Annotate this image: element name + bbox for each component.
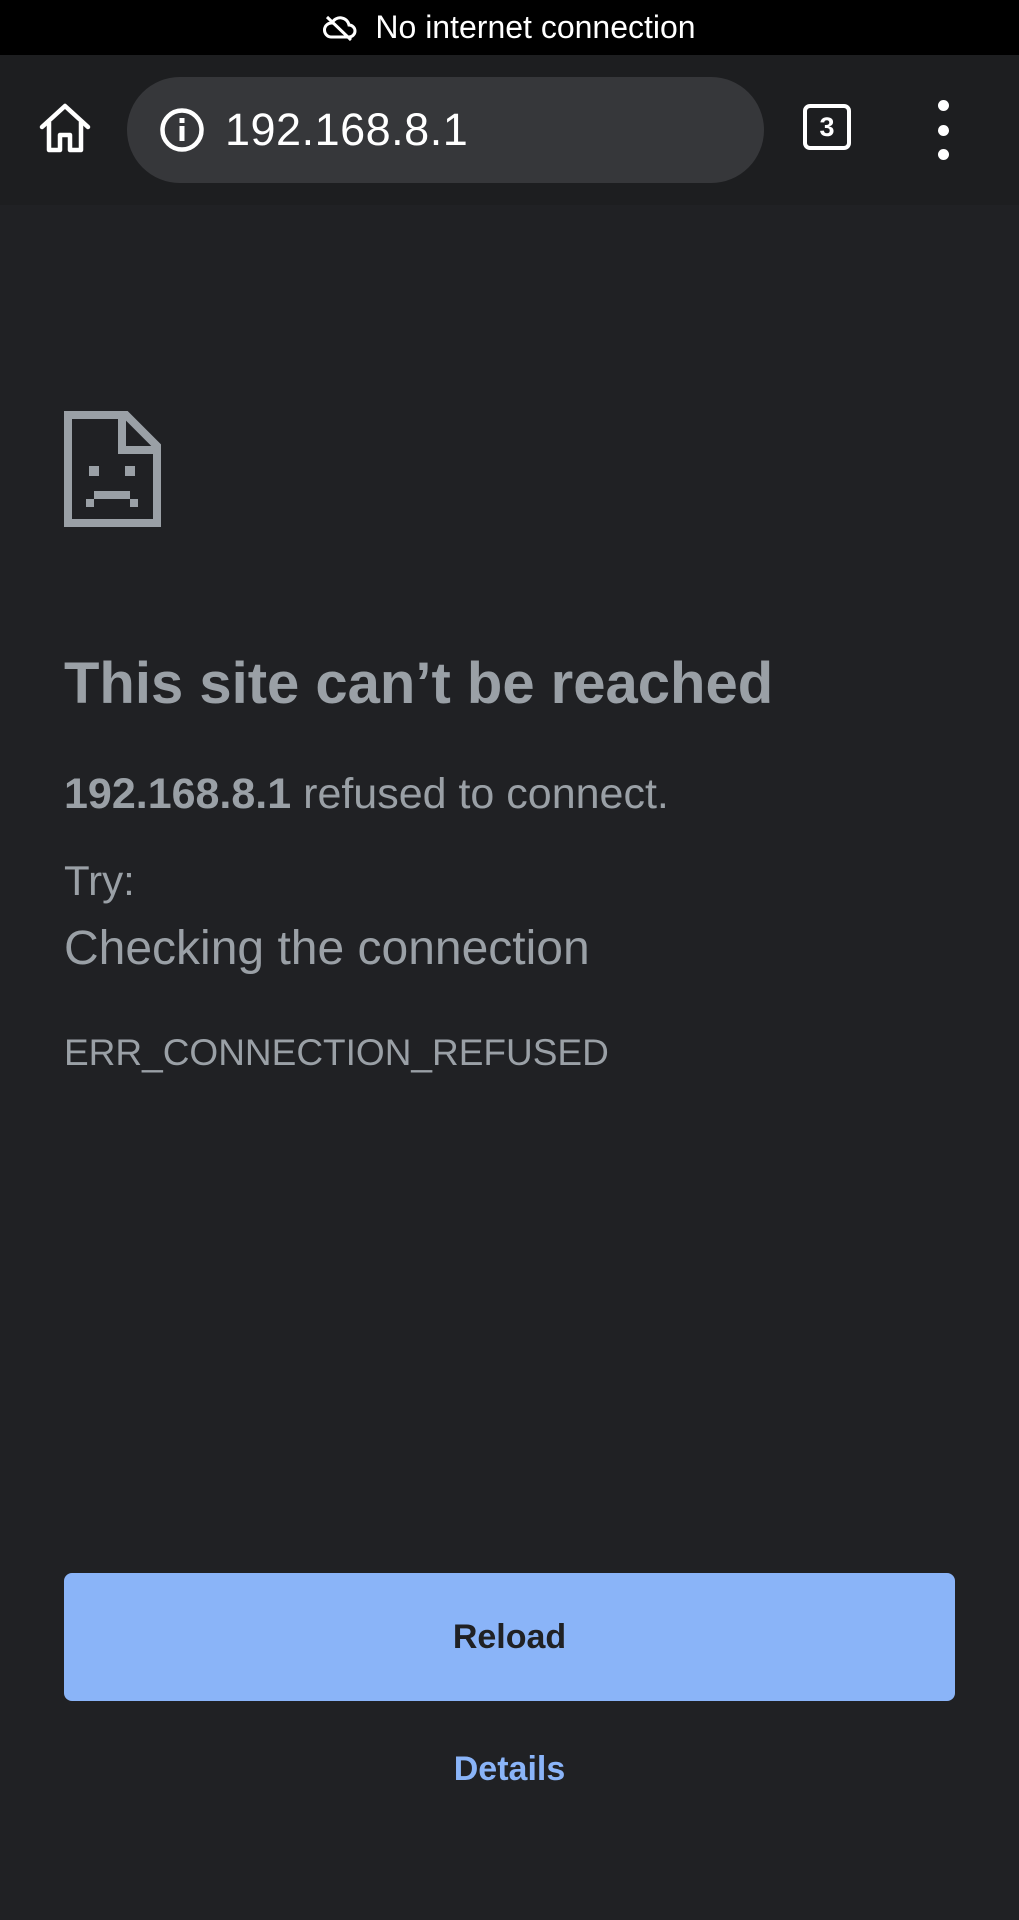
- menu-dot: [937, 124, 949, 136]
- try-label: Try:: [64, 857, 135, 904]
- home-icon: [37, 102, 93, 159]
- browser-toolbar: 192.168.8.1 3: [0, 55, 1019, 205]
- suggestion-item: Checking the connection: [64, 922, 590, 975]
- status-bar: No internet connection: [0, 0, 1019, 55]
- status-text: No internet connection: [375, 9, 696, 45]
- tab-count: 3: [819, 111, 835, 142]
- url-text[interactable]: 192.168.8.1: [225, 104, 468, 156]
- cloud-off-icon: [323, 15, 357, 41]
- error-refused-text: refused to connect.: [291, 770, 669, 818]
- more-vert-icon[interactable]: [918, 100, 968, 160]
- error-title: This site can’t be reached: [64, 651, 774, 716]
- error-page: This site can’t be reached 192.168.8.1 r…: [0, 205, 1019, 1920]
- error-host: 192.168.8.1: [64, 770, 292, 818]
- home-button[interactable]: [30, 95, 100, 165]
- error-code: ERR_CONNECTION_REFUSED: [64, 1032, 609, 1073]
- details-button[interactable]: Details: [0, 1750, 1019, 1789]
- address-bar[interactable]: 192.168.8.1: [127, 77, 764, 183]
- info-icon[interactable]: [157, 105, 207, 155]
- menu-dot: [937, 100, 949, 111]
- sad-page-icon: [64, 411, 161, 532]
- menu-dot: [937, 149, 949, 160]
- reload-button[interactable]: Reload: [64, 1573, 955, 1701]
- tab-switcher-button[interactable]: 3: [803, 104, 851, 150]
- error-description: 192.168.8.1 refused to connect.: [64, 770, 669, 819]
